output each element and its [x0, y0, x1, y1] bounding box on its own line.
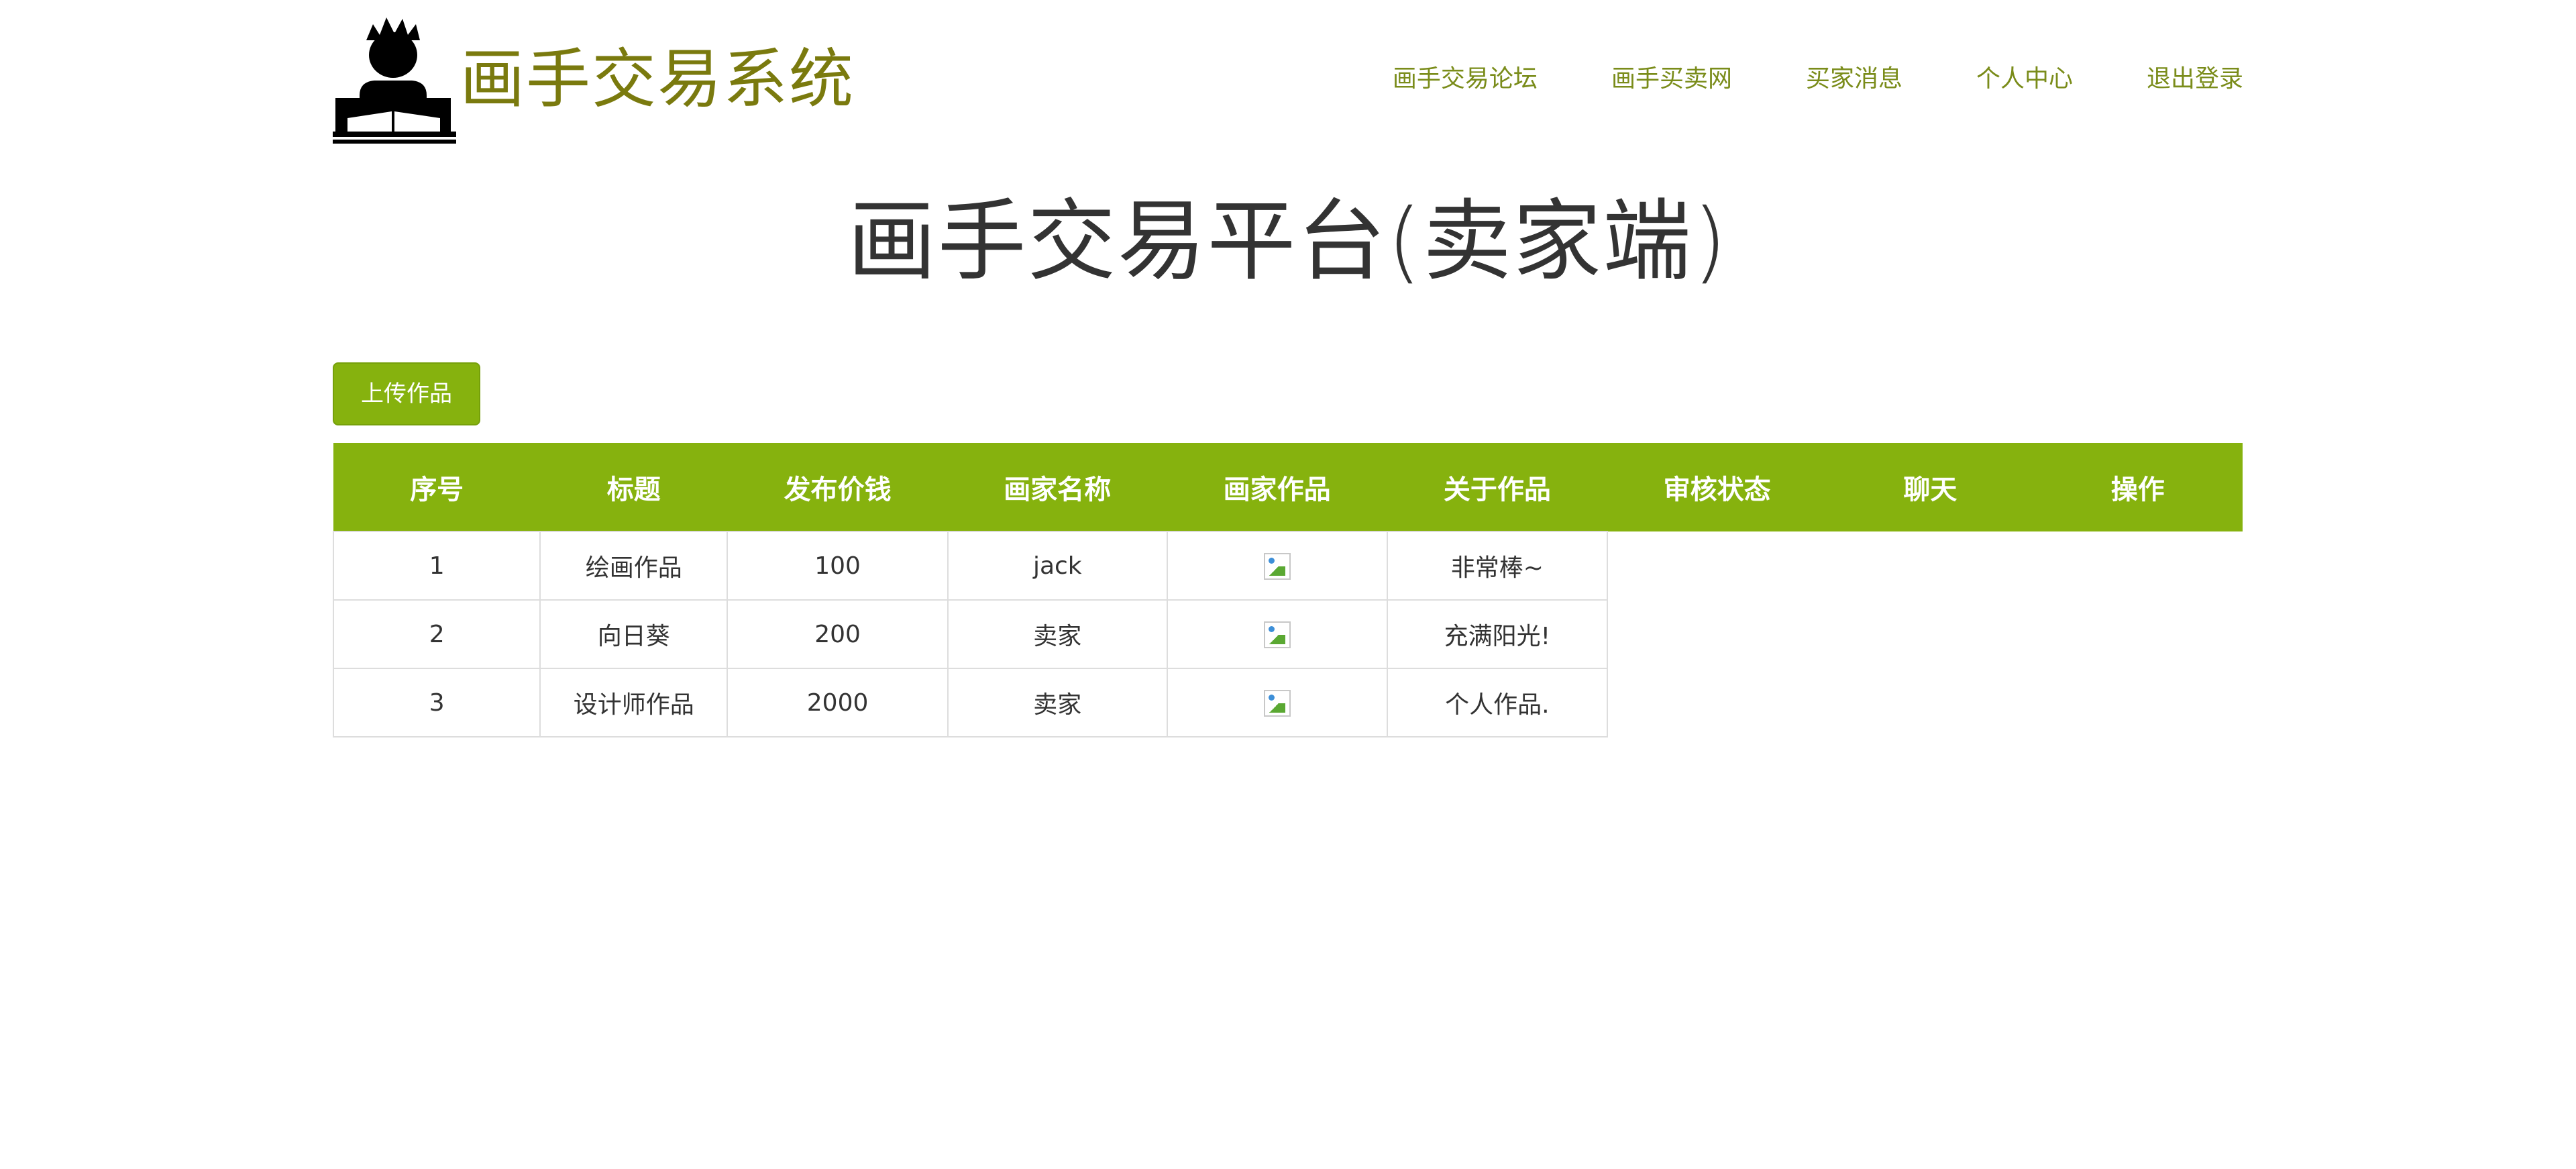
cell-about: 个人作品.	[1386, 668, 1609, 738]
cell-title: 绘画作品	[539, 531, 729, 601]
cell-chat	[1827, 600, 2033, 668]
cell-actions	[2033, 531, 2243, 600]
cell-index: 3	[332, 668, 541, 738]
cell-actions	[2033, 668, 2243, 737]
cell-about: 充满阳光!	[1386, 599, 1609, 669]
table-row: 2 向日葵 200 卖家 充满阳光!	[332, 599, 2243, 669]
reader-person-icon	[333, 17, 456, 144]
cell-actions	[2033, 600, 2243, 668]
cell-index: 2	[332, 599, 541, 669]
cell-artwork	[1166, 531, 1388, 601]
col-header-artist: 画家名称	[1004, 474, 1112, 505]
table-header-row: 序号 标题 发布价钱 画家名称 画家作品 关于作品 审核状态 聊天 操作	[333, 443, 2243, 531]
nav-logout[interactable]: 退出登录	[2147, 59, 2243, 99]
nav-marketplace[interactable]: 画手买卖网	[1611, 59, 1732, 99]
cell-review-status	[1607, 600, 1827, 668]
table-row: 1 绘画作品 100 jack 非常棒~	[332, 531, 2243, 601]
broken-image-icon	[1263, 690, 1291, 717]
cell-title: 向日葵	[539, 599, 729, 669]
table-row: 3 设计师作品 2000 卖家 个人作品.	[332, 668, 2243, 738]
col-header-about: 关于作品	[1443, 474, 1551, 505]
cell-price: 2000	[727, 668, 949, 738]
cell-artist: 卖家	[947, 599, 1168, 669]
nav-forum[interactable]: 画手交易论坛	[1393, 59, 1538, 99]
site-brand: 画手交易系统	[460, 42, 855, 117]
col-header-chat: 聊天	[1903, 474, 1957, 505]
nav-personal-center[interactable]: 个人中心	[1976, 59, 2073, 99]
upload-work-button[interactable]: 上传作品	[333, 362, 480, 425]
cell-artist: 卖家	[947, 668, 1168, 738]
col-header-actions: 操作	[2110, 474, 2165, 505]
works-table-wrap: 序号 标题 发布价钱 画家名称 画家作品 关于作品 审核状态 聊天 操作 1 绘…	[332, 443, 2243, 738]
page-title: 画手交易平台(卖家端)	[847, 190, 1729, 293]
broken-image-icon	[1263, 553, 1291, 580]
top-nav: 画手交易论坛 画手买卖网 买家消息 个人中心 退出登录	[1393, 59, 2243, 99]
cell-review-status	[1607, 668, 1827, 737]
cell-price: 200	[727, 599, 949, 669]
cell-artwork	[1166, 599, 1388, 669]
cell-artist: jack	[947, 531, 1168, 601]
col-header-artwork: 画家作品	[1223, 474, 1331, 505]
cell-price: 100	[727, 531, 949, 601]
broken-image-icon	[1263, 621, 1291, 648]
col-header-index: 序号	[410, 474, 464, 505]
page-container: 画手交易系统 画手交易论坛 画手买卖网 买家消息 个人中心 退出登录 画手交易平…	[332, 0, 2243, 738]
works-table: 序号 标题 发布价钱 画家名称 画家作品 关于作品 审核状态 聊天 操作 1 绘…	[332, 443, 2243, 738]
cell-review-status	[1607, 531, 1827, 600]
cell-title: 设计师作品	[539, 668, 729, 738]
cell-artwork	[1166, 668, 1388, 738]
cell-index: 1	[332, 531, 541, 601]
col-header-title: 标题	[606, 474, 661, 505]
site-header: 画手交易系统 画手交易论坛 画手买卖网 买家消息 个人中心 退出登录	[333, 0, 2243, 154]
col-header-review-status: 审核状态	[1663, 474, 1771, 505]
cell-chat	[1827, 668, 2033, 737]
nav-buyer-messages[interactable]: 买家消息	[1806, 59, 1902, 99]
cell-about: 非常棒~	[1386, 531, 1609, 601]
cell-chat	[1827, 531, 2033, 600]
col-header-price: 发布价钱	[784, 474, 892, 505]
